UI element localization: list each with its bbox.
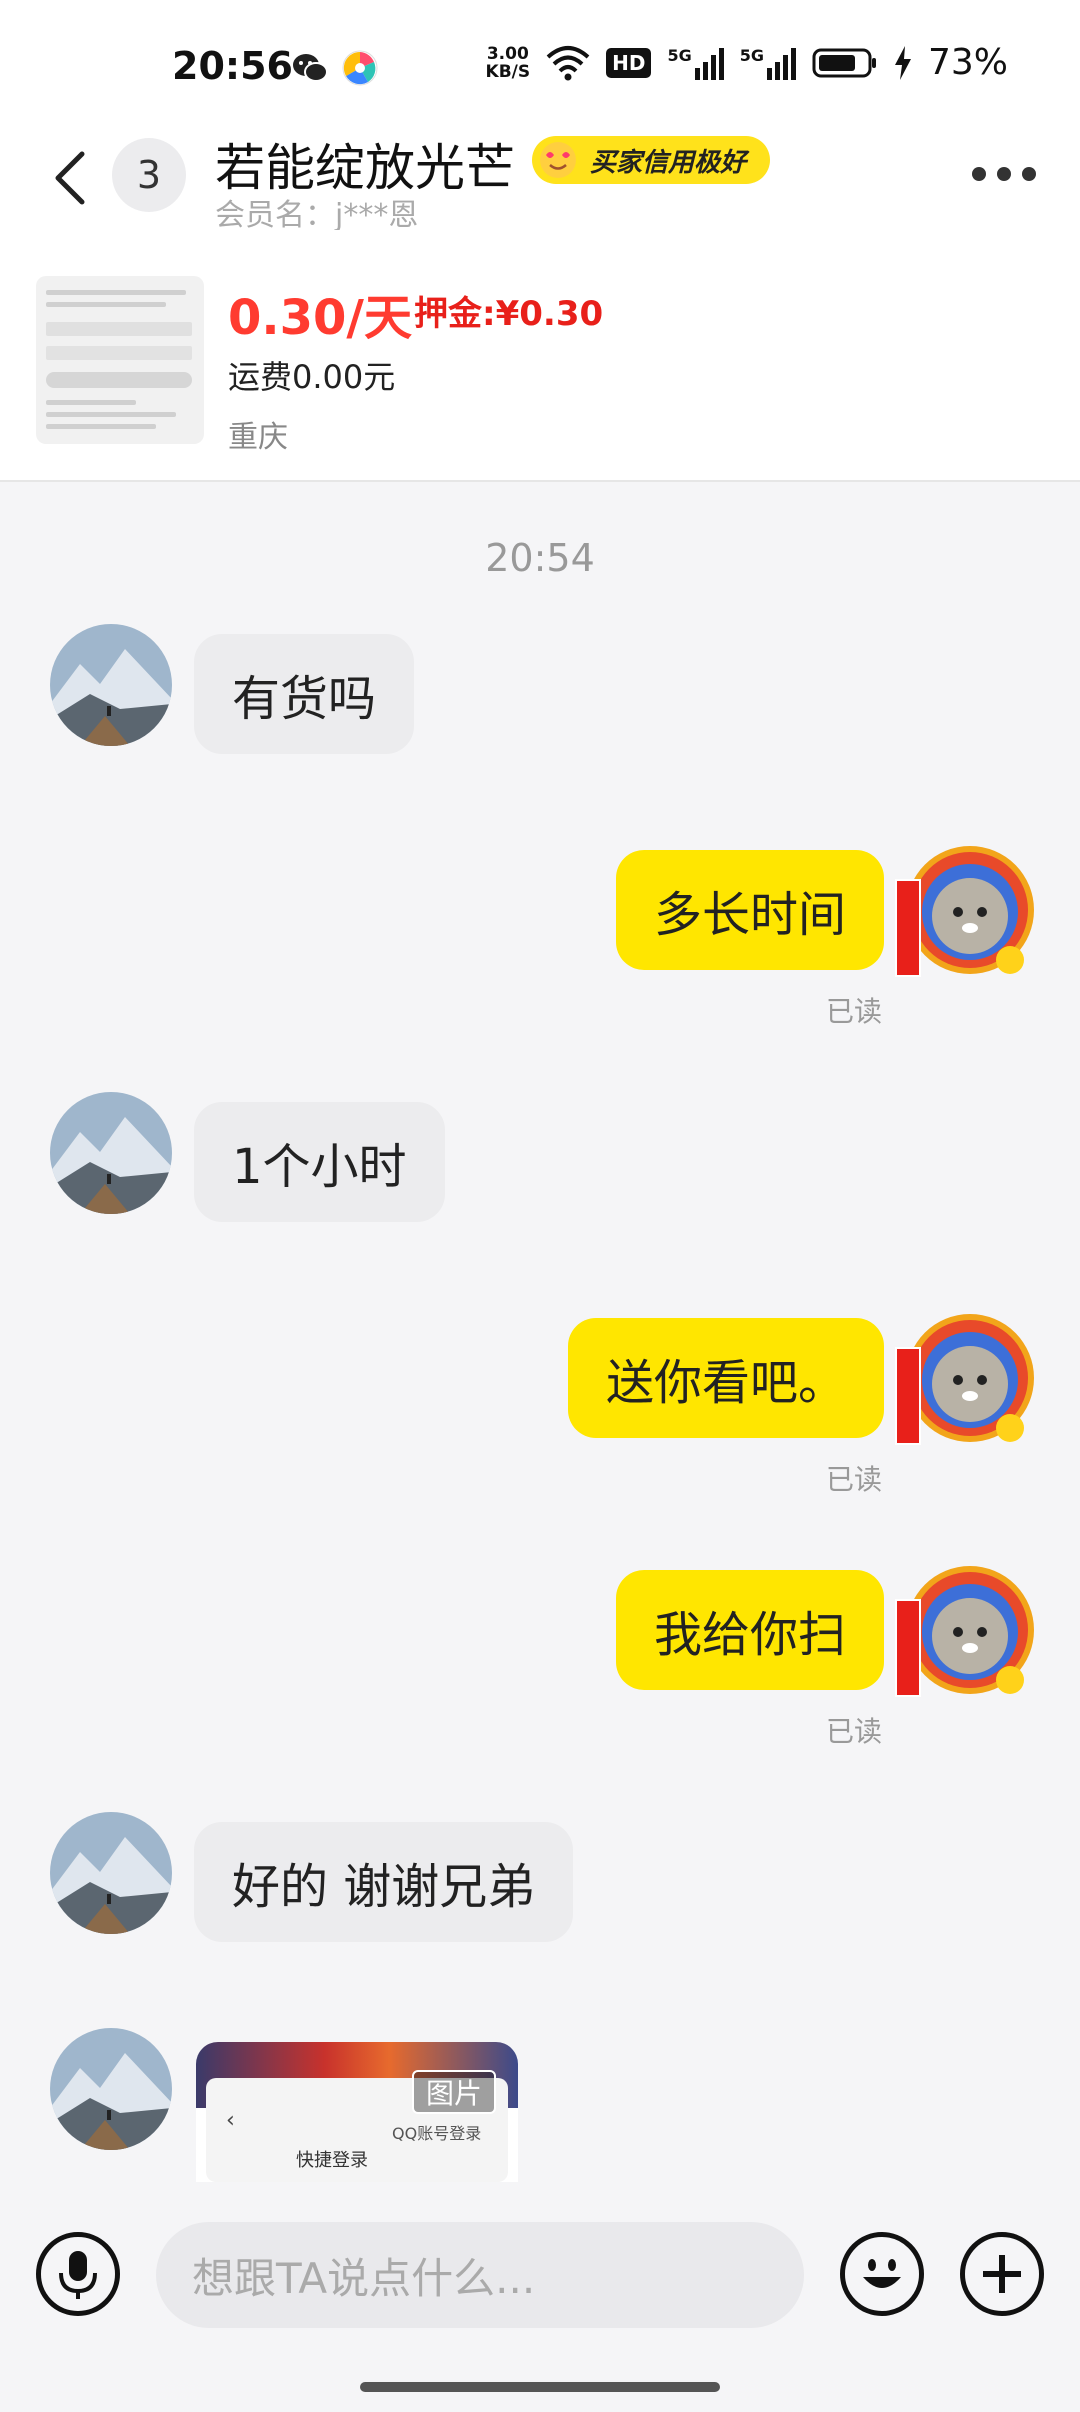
message-bubble-outgoing[interactable]: 送你看吧。 <box>567 1318 884 1438</box>
sim1-label: 5G <box>667 45 692 65</box>
product-thumbnail[interactable] <box>36 276 204 444</box>
more-dot-icon <box>1022 167 1036 181</box>
status-time: 20:56 <box>172 44 293 88</box>
product-price: 0.30/天 <box>228 290 412 346</box>
home-indicator[interactable] <box>360 2382 720 2392</box>
more-options-button[interactable] <box>972 160 1036 188</box>
image-tag: 图片 <box>411 2070 496 2114</box>
status-right-group: 3.00 KB/S HD 5G 5G 73% <box>486 42 1008 83</box>
message-bubble-outgoing[interactable]: 我给你扫 <box>615 1570 884 1690</box>
mountain-avatar-icon <box>50 1812 172 1934</box>
read-receipt: 已读 <box>826 1715 883 1748</box>
image-body-text: 快捷登录 <box>296 2150 368 2171</box>
message-bubble-outgoing[interactable]: 多长时间 <box>615 850 884 970</box>
mountain-avatar-icon <box>50 624 172 746</box>
message-bubble-incoming[interactable]: 1个小时 <box>194 1102 445 1222</box>
charging-icon <box>894 45 911 80</box>
credit-badge-label: 买家信用极好 <box>590 147 747 178</box>
emoji-button[interactable] <box>840 2232 924 2316</box>
signal-icon-2: 5G <box>740 46 796 80</box>
product-location: 重庆 <box>228 420 288 455</box>
message-bubble-incoming[interactable]: 有货吗 <box>194 634 415 754</box>
read-receipt: 已读 <box>826 995 883 1028</box>
my-avatar[interactable] <box>890 1560 1038 1708</box>
back-button[interactable] <box>46 148 96 208</box>
image-message[interactable]: ‹ QQ账号登录 快捷登录 图片 <box>196 2042 518 2182</box>
net-speed: 3.00 KB/S <box>486 45 531 81</box>
chat-timestamp: 20:54 <box>485 536 595 580</box>
net-speed-unit: KB/S <box>485 61 531 82</box>
member-value: j***恩 <box>335 198 419 233</box>
seal-mascot-avatar-icon <box>895 1314 1034 1445</box>
my-avatar[interactable] <box>890 840 1038 988</box>
my-avatar[interactable] <box>890 1308 1038 1456</box>
contact-avatar[interactable] <box>50 1812 172 1934</box>
image-back-arrow-icon: ‹ <box>226 2108 235 2133</box>
unread-count-badge[interactable]: 3 <box>112 138 186 212</box>
seal-mascot-avatar-icon <box>895 1566 1034 1697</box>
contact-avatar[interactable] <box>50 1092 172 1214</box>
mountain-avatar-icon <box>50 2028 172 2150</box>
wifi-icon <box>546 45 590 80</box>
smiley-icon <box>863 2259 901 2288</box>
credit-badge[interactable]: 买家信用极好 <box>532 136 771 184</box>
signal-icon-1: 5G <box>667 45 724 80</box>
more-actions-button[interactable] <box>960 2232 1044 2316</box>
wechat-icon <box>293 54 328 82</box>
voice-button[interactable] <box>36 2232 120 2316</box>
heart-eyes-face-icon <box>540 142 576 178</box>
battery-icon <box>812 48 876 77</box>
microphone-icon <box>59 2251 97 2299</box>
more-dot-icon <box>972 167 986 181</box>
sim2-label: 5G <box>739 45 764 65</box>
mountain-avatar-icon <box>50 1092 172 1214</box>
contact-avatar[interactable] <box>50 624 172 746</box>
battery-percent: 73% <box>927 42 1008 83</box>
member-name: 会员名：j***恩 <box>215 190 418 234</box>
contact-avatar[interactable] <box>50 2028 172 2150</box>
pinwheel-app-icon <box>342 50 378 86</box>
plus-icon <box>983 2255 1021 2293</box>
status-bar: 20:56 3.00 KB/S HD 5G 5G 73% <box>0 0 1080 130</box>
hd-icon: HD <box>606 47 652 78</box>
product-shipping: 运费0.00元 <box>228 358 396 396</box>
message-input[interactable]: 想跟TA说点什么... <box>156 2222 804 2328</box>
net-speed-value: 3.00 <box>486 43 529 64</box>
image-header-text: QQ账号登录 <box>392 2124 482 2143</box>
read-receipt: 已读 <box>826 1463 883 1496</box>
seal-mascot-avatar-icon <box>895 846 1034 977</box>
more-dot-icon <box>997 167 1011 181</box>
member-label: 会员名： <box>215 198 335 233</box>
product-deposit: 押金:¥0.30 <box>414 294 604 334</box>
message-bubble-incoming[interactable]: 好的 谢谢兄弟 <box>194 1822 574 1942</box>
